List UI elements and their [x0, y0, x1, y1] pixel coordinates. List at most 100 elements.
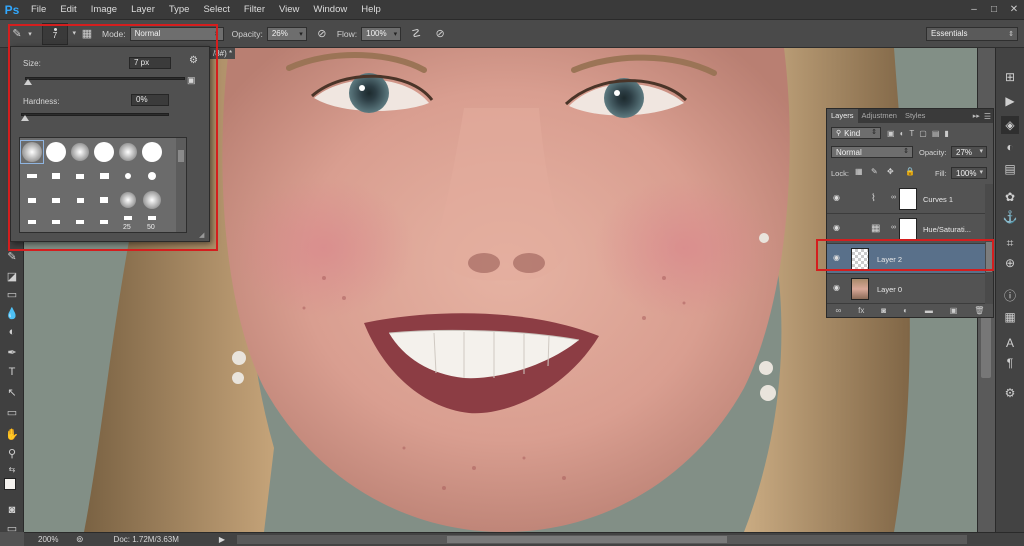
layer-thumbnail[interactable]: [851, 278, 869, 300]
horizontal-scrollbar-thumb[interactable]: [447, 536, 728, 543]
menu-help[interactable]: Help: [354, 0, 388, 20]
airbrush-icon[interactable]: ☡: [407, 25, 425, 43]
layer-mask-thumbnail[interactable]: [899, 188, 917, 210]
lock-position-icon[interactable]: ✥: [887, 167, 894, 176]
opacity-field[interactable]: 26% ▾: [266, 26, 307, 41]
layer-filter-dropdown[interactable]: ⚲ Kind ⇕: [831, 127, 881, 139]
visibility-eye-icon[interactable]: ◉: [833, 193, 845, 205]
tab-adjustments[interactable]: Adjustmen: [858, 109, 901, 123]
filter-shape-icon[interactable]: ▢: [919, 129, 927, 138]
actions-icon[interactable]: ▶: [1001, 92, 1019, 110]
blend-mode-dropdown[interactable]: Normal ⇕: [831, 146, 913, 158]
mask-link-icon[interactable]: ∞: [891, 224, 896, 231]
shape-tool-icon[interactable]: ▭: [4, 404, 20, 420]
chevron-down-icon: ▾: [393, 30, 398, 38]
curves-adjustment-icon: ⌇: [871, 193, 876, 204]
workspace-value: Essentials: [931, 29, 968, 38]
filter-adjustment-icon[interactable]: ◐: [900, 129, 905, 138]
gradient-tool-icon[interactable]: ▭: [4, 286, 20, 302]
filter-smart-object-icon[interactable]: ▤: [932, 129, 940, 138]
new-group-icon[interactable]: ▬: [925, 306, 933, 315]
fill-field[interactable]: 100% ▾: [951, 167, 987, 179]
channels-icon[interactable]: ▤: [1001, 160, 1019, 178]
layer-name[interactable]: Hue/Saturati...: [923, 225, 971, 234]
menu-type[interactable]: Type: [162, 0, 197, 20]
menu-image[interactable]: Image: [84, 0, 124, 20]
add-mask-icon[interactable]: ◙: [881, 306, 886, 315]
menu-view[interactable]: View: [272, 0, 306, 20]
pen-tool-icon[interactable]: ✒: [4, 344, 20, 360]
layer-style-icon[interactable]: fx: [858, 306, 864, 315]
quick-mask-icon[interactable]: ◙: [4, 502, 20, 518]
menu-file[interactable]: File: [24, 0, 53, 20]
eraser-tool-icon[interactable]: ◪: [4, 268, 20, 284]
status-share-icon[interactable]: ⊚: [76, 534, 84, 545]
layer-row-curves-1[interactable]: ◉ ⌇ ∞ Curves 1: [827, 184, 985, 214]
panel-collapse-icon[interactable]: ▸▸: [973, 112, 980, 120]
zoom-tool-icon[interactable]: ⚲: [4, 445, 20, 461]
paths-icon[interactable]: ⚓: [1001, 208, 1019, 226]
character-icon[interactable]: A: [1001, 334, 1019, 352]
paragraph-icon[interactable]: ¶: [1001, 354, 1019, 372]
layers-panel-tabs: Layers Adjustmen Styles ▸▸ ☰: [827, 109, 993, 123]
foreground-color-swatch[interactable]: [4, 478, 16, 490]
visibility-eye-icon[interactable]: ◉: [833, 283, 845, 295]
tab-styles[interactable]: Styles: [901, 109, 929, 123]
menu-select[interactable]: Select: [196, 0, 236, 20]
blur-tool-icon[interactable]: 💧: [4, 305, 20, 321]
lock-image-icon[interactable]: ✎: [871, 167, 878, 176]
history-icon[interactable]: ⊞: [1001, 68, 1019, 86]
close-button[interactable]: ✕: [1004, 3, 1024, 17]
layer-mask-thumbnail[interactable]: [899, 218, 917, 240]
minimize-button[interactable]: –: [964, 3, 984, 17]
dodge-tool-icon[interactable]: ◐: [4, 324, 20, 340]
menu-window[interactable]: Window: [306, 0, 354, 20]
screen-mode-icon[interactable]: ▭: [4, 520, 20, 536]
menu-edit[interactable]: Edit: [53, 0, 83, 20]
lock-transparent-icon[interactable]: ▦: [855, 167, 863, 176]
maximize-button[interactable]: □: [984, 3, 1004, 17]
brush-panel-icon[interactable]: ⌗: [1001, 234, 1019, 252]
filter-toggle-icon[interactable]: ▮: [944, 129, 948, 138]
chevron-down-icon: ⇕: [1008, 30, 1014, 38]
delete-layer-icon[interactable]: 🗑: [974, 306, 984, 315]
mask-link-icon[interactable]: ∞: [891, 194, 896, 201]
layer-row-layer-0[interactable]: ◉ Layer 0: [827, 274, 985, 304]
lock-all-icon[interactable]: 🔒: [905, 167, 915, 176]
styles-icon[interactable]: ✿: [1001, 188, 1019, 206]
hand-tool-icon[interactable]: ✋: [4, 426, 20, 442]
menu-layer[interactable]: Layer: [124, 0, 162, 20]
type-tool-icon[interactable]: T: [4, 364, 20, 380]
link-layers-icon[interactable]: ∞: [835, 306, 841, 315]
tool-presets-icon[interactable]: ⚙: [1001, 384, 1019, 402]
layers-panel: Layers Adjustmen Styles ▸▸ ☰ ⚲ Kind ⇕ ▣ …: [826, 108, 994, 318]
lock-label: Lock:: [831, 169, 849, 178]
chevron-down-icon: ⇕: [871, 129, 877, 136]
pressure-opacity-icon[interactable]: ⊘: [313, 25, 331, 43]
tab-layers[interactable]: Layers: [827, 109, 858, 123]
pressure-size-icon[interactable]: ⊘: [431, 25, 449, 43]
search-icon: ⚲: [836, 130, 842, 137]
layers-icon[interactable]: ◈: [1001, 116, 1019, 134]
layer-opacity-field[interactable]: 27% ▾: [951, 146, 987, 158]
flow-field[interactable]: 100% ▾: [361, 26, 402, 41]
clone-source-icon[interactable]: ⊕: [1001, 254, 1019, 272]
visibility-eye-icon[interactable]: ◉: [833, 223, 845, 235]
filter-type-icon[interactable]: T: [909, 129, 914, 138]
workspace-switcher[interactable]: Essentials ⇕: [926, 26, 1018, 41]
info-icon[interactable]: ⓘ: [1001, 286, 1019, 304]
horizontal-scrollbar[interactable]: [237, 535, 968, 544]
layer-name[interactable]: Curves 1: [923, 195, 953, 204]
new-layer-icon[interactable]: ▣: [950, 306, 958, 315]
new-adjustment-icon[interactable]: ◐: [903, 306, 908, 315]
panel-menu-icon[interactable]: ☰: [984, 112, 991, 121]
status-menu-arrow-icon[interactable]: ▶: [219, 535, 225, 544]
layer-name[interactable]: Layer 0: [877, 285, 902, 294]
menu-filter[interactable]: Filter: [237, 0, 272, 20]
swatches-icon[interactable]: ▦: [1001, 308, 1019, 326]
path-selection-tool-icon[interactable]: ↖: [4, 384, 20, 400]
zoom-level[interactable]: 200%: [38, 535, 68, 544]
swap-colors-icon[interactable]: ⇆: [4, 461, 20, 477]
filter-pixel-icon[interactable]: ▣: [887, 129, 895, 138]
adjustments-icon[interactable]: ◐: [1001, 138, 1019, 156]
